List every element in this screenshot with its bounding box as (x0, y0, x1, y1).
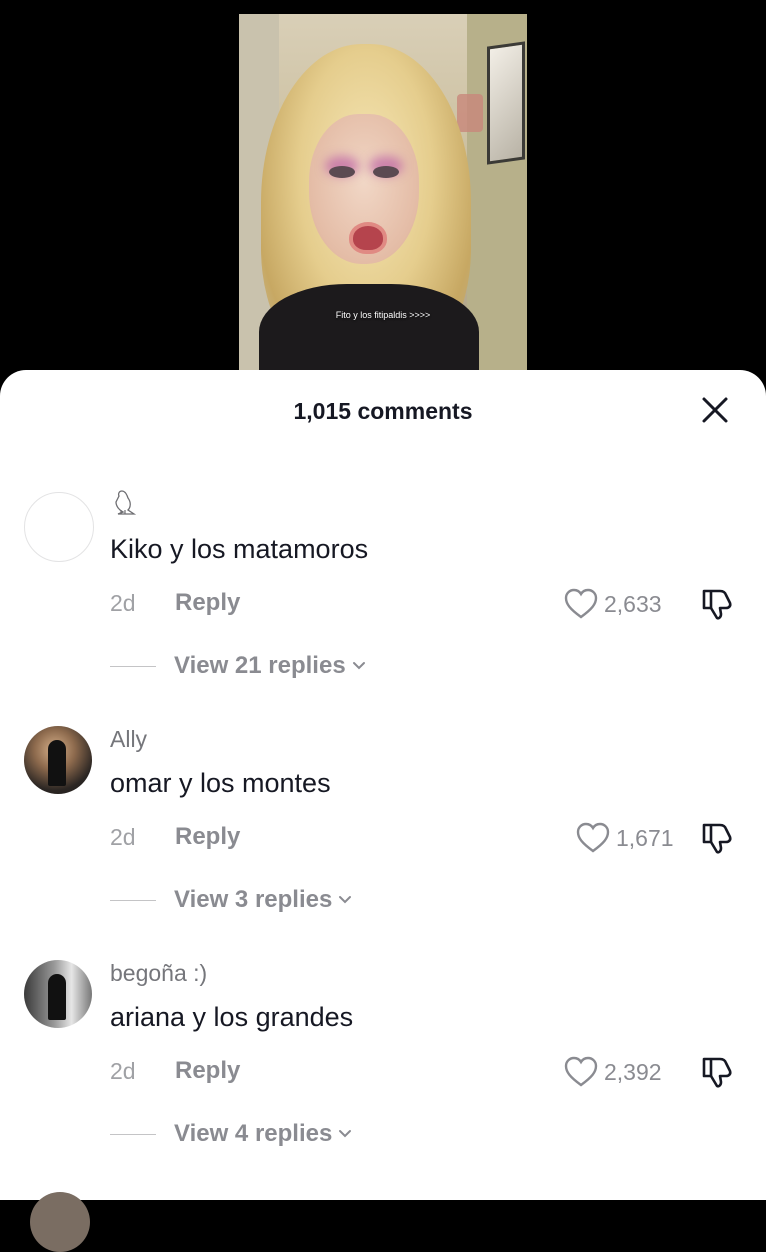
comments-sheet: 1,015 comments Kiko y los matamoros 2d R… (0, 370, 766, 1200)
comment-time: 2d (110, 824, 136, 850)
divider (110, 665, 156, 667)
divider (110, 1133, 156, 1135)
comment-text: omar y los montes (110, 768, 331, 798)
reply-button[interactable]: Reply (175, 589, 240, 617)
view-replies-button[interactable]: View 21 replies (110, 652, 368, 680)
view-replies-label: View 4 replies (174, 1120, 333, 1147)
mouth (349, 222, 387, 254)
like-button[interactable]: 1,671 (576, 822, 674, 854)
video-player[interactable]: Fito y los fitipaldis >>>> (239, 14, 527, 384)
heart-icon (564, 1056, 598, 1087)
comment-item: begoña :) ariana y los grandes 2d Reply … (0, 960, 766, 1190)
comments-count-title: 1,015 comments (293, 398, 473, 424)
reply-button[interactable]: Reply (175, 823, 240, 851)
avatar[interactable] (24, 726, 92, 794)
close-icon[interactable] (698, 393, 732, 427)
chevron-down-icon (339, 896, 352, 904)
username[interactable]: begoña :) (110, 960, 207, 987)
comment-text: ariana y los grandes (110, 1002, 354, 1032)
person-face (309, 114, 419, 264)
like-button[interactable]: 2,633 (564, 588, 662, 620)
hawk-glyph-icon[interactable] (110, 488, 140, 516)
eye (373, 166, 399, 178)
heart-icon (564, 588, 598, 619)
comment-item: Ally omar y los montes 2d Reply 1,671 Vi… (0, 726, 766, 956)
like-count: 1,671 (616, 824, 674, 851)
username[interactable]: Ally (110, 726, 147, 753)
view-replies-button[interactable]: View 3 replies (110, 886, 354, 914)
dislike-icon[interactable] (700, 1055, 736, 1089)
like-count: 2,392 (604, 1058, 662, 1085)
comment-time: 2d (110, 590, 136, 616)
reply-button[interactable]: Reply (175, 1057, 240, 1085)
dislike-icon[interactable] (700, 587, 736, 621)
avatar-figure (48, 974, 66, 1020)
like-count: 2,633 (604, 590, 662, 617)
chevron-down-icon (339, 1130, 352, 1138)
heart-icon (576, 822, 610, 853)
avatar[interactable] (24, 492, 94, 562)
wall-picture (487, 41, 525, 165)
view-replies-button[interactable]: View 4 replies (110, 1120, 354, 1148)
comment-time: 2d (110, 1058, 136, 1084)
avatar[interactable] (24, 960, 92, 1028)
avatar-figure (48, 740, 66, 786)
chevron-down-icon (352, 662, 365, 670)
view-replies-label: View 3 replies (174, 886, 333, 913)
dislike-icon[interactable] (700, 821, 736, 855)
eye (329, 166, 355, 178)
divider (110, 899, 156, 901)
shelf-decoration (457, 94, 483, 132)
avatar[interactable] (30, 1192, 90, 1252)
person-shirt (259, 284, 479, 384)
view-replies-label: View 21 replies (174, 652, 346, 679)
video-caption: Fito y los fitipaldis >>>> (335, 310, 431, 320)
like-button[interactable]: 2,392 (564, 1056, 662, 1088)
comment-item: Kiko y los matamoros 2d Reply 2,633 View… (0, 490, 766, 722)
comment-text: Kiko y los matamoros (110, 534, 369, 564)
